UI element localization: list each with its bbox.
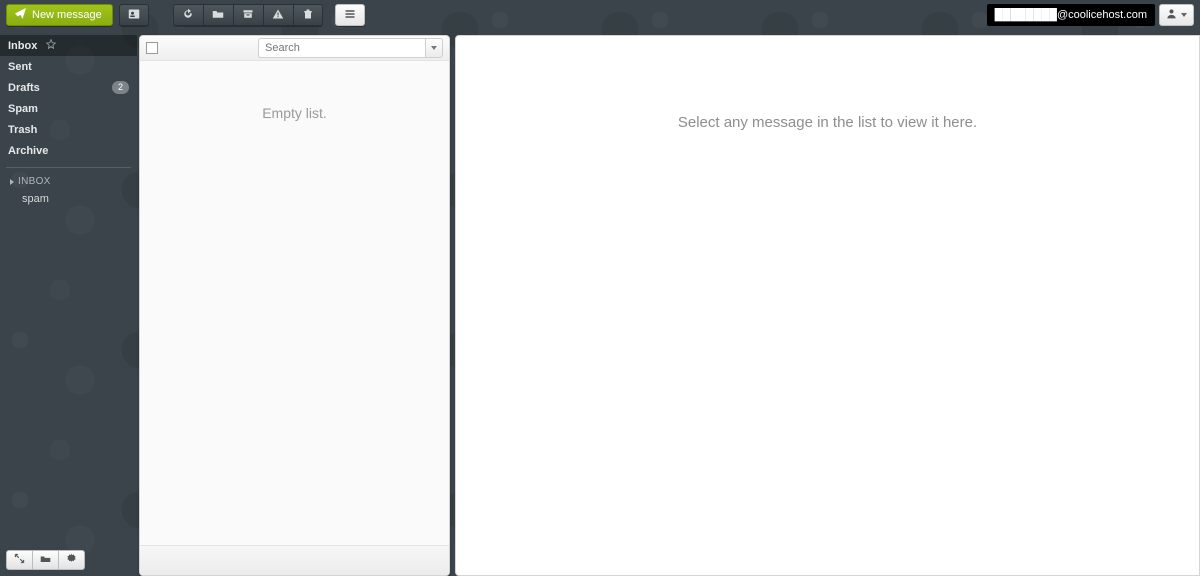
message-list-header: [140, 36, 449, 61]
folder-sent[interactable]: Sent: [0, 56, 137, 77]
menu-icon: [344, 8, 356, 23]
folder-label: Spam: [8, 103, 38, 115]
trash-icon: [302, 8, 314, 23]
reader-placeholder: Select any message in the list to view i…: [678, 114, 977, 131]
contacts-button[interactable]: [119, 4, 149, 26]
folder-icon: [212, 8, 224, 23]
folder-label: Sent: [8, 61, 32, 73]
collapse-button[interactable]: [6, 550, 33, 570]
tree-header-label: INBOX: [18, 176, 51, 187]
search-wrap: [258, 38, 443, 58]
folder-tree-header[interactable]: INBOX: [0, 174, 137, 189]
count-badge: 2: [112, 81, 129, 94]
new-message-label: New message: [32, 9, 102, 21]
caret-down-icon: [431, 46, 437, 50]
new-message-button[interactable]: New message: [6, 4, 113, 26]
empty-list-text: Empty list.: [262, 105, 327, 121]
account-email: ████████@coolicehost.com: [987, 4, 1155, 26]
folder-archive[interactable]: Archive: [0, 140, 137, 161]
folder-inbox[interactable]: Inbox: [0, 35, 137, 56]
warning-icon: [272, 8, 284, 23]
divider: [6, 167, 131, 168]
user-icon: [1166, 6, 1177, 24]
select-all-checkbox[interactable]: [146, 42, 158, 54]
settings-button[interactable]: [58, 550, 85, 570]
move-to-folder-button[interactable]: [203, 4, 233, 26]
refresh-button[interactable]: [173, 4, 203, 26]
folder-drafts[interactable]: Drafts 2: [0, 77, 137, 98]
folder-label: Inbox: [8, 40, 37, 52]
account-email-text: ████████@coolicehost.com: [995, 9, 1147, 21]
message-actions-group: [173, 4, 323, 26]
mark-spam-button[interactable]: [263, 4, 293, 26]
empty-list-message: Empty list.: [140, 61, 449, 545]
folder-spam[interactable]: Spam: [0, 98, 137, 119]
star-icon: [46, 40, 56, 52]
search-input[interactable]: [258, 38, 425, 58]
layout-menu-button[interactable]: [335, 4, 365, 26]
folder-label: Trash: [8, 124, 37, 136]
message-list-footer: [140, 545, 449, 575]
chevron-right-icon: [10, 179, 14, 185]
top-toolbar: New message: [0, 0, 1200, 30]
search-options-button[interactable]: [425, 38, 443, 58]
paper-plane-icon: [15, 8, 26, 22]
message-reader-panel: Select any message in the list to view i…: [455, 35, 1200, 576]
contact-card-icon: [128, 8, 140, 23]
folder-sidebar: Inbox Sent Drafts 2 Spam Trash Archive I…: [0, 35, 137, 576]
message-list-panel: Empty list.: [139, 35, 450, 576]
gear-icon: [66, 553, 77, 567]
refresh-icon: [182, 8, 194, 23]
subfolder-spam[interactable]: spam: [0, 189, 137, 209]
subfolder-label: spam: [22, 193, 49, 205]
archive-button[interactable]: [233, 4, 263, 26]
folder-trash[interactable]: Trash: [0, 119, 137, 140]
sidebar-bottom-toolbar: [6, 550, 85, 570]
folder-label: Archive: [8, 145, 48, 157]
add-folder-button[interactable]: [32, 550, 59, 570]
folder-plus-icon: [40, 553, 51, 567]
folder-label: Drafts: [8, 82, 40, 94]
caret-down-icon: [1181, 13, 1187, 17]
delete-button[interactable]: [293, 4, 323, 26]
collapse-icon: [14, 553, 25, 567]
archive-icon: [242, 8, 254, 23]
user-menu-button[interactable]: [1159, 4, 1194, 26]
